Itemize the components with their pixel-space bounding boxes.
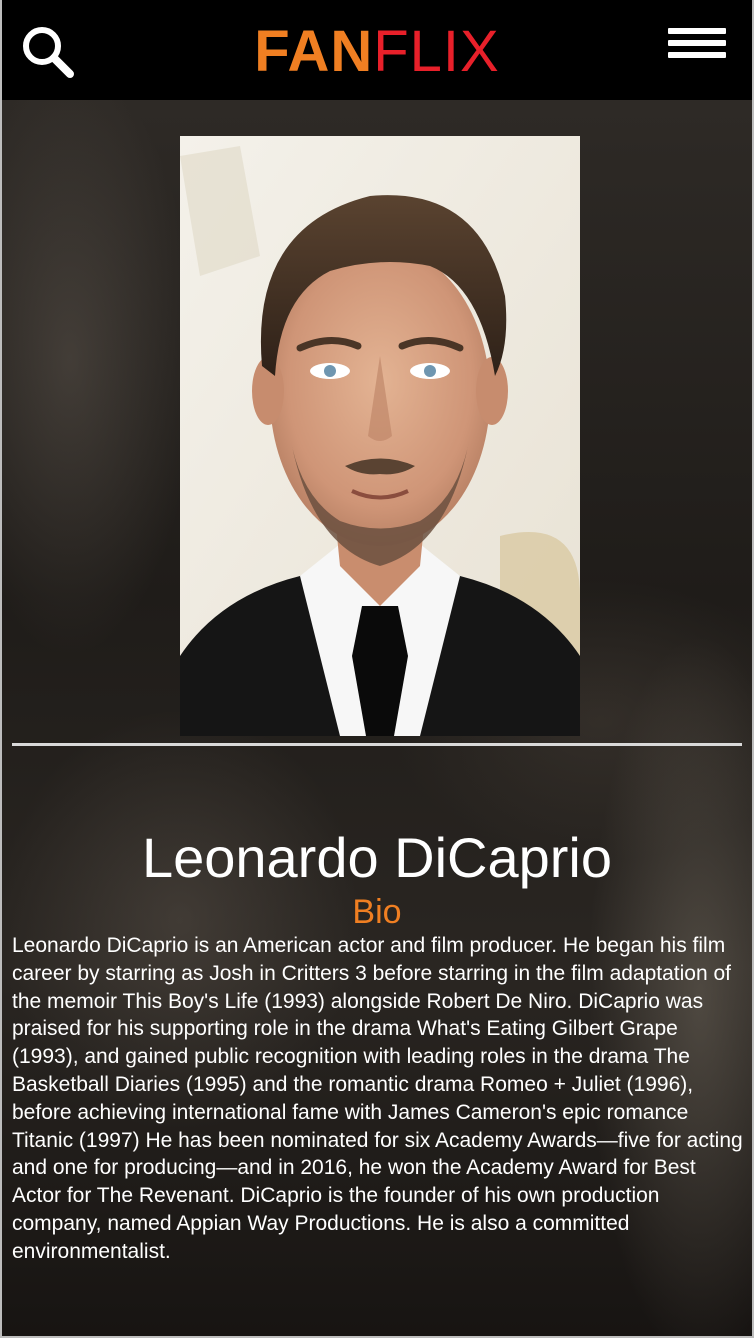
- bio-text: Leonardo DiCaprio is an American actor a…: [12, 934, 743, 1263]
- top-navigation-bar: FANFLIX: [0, 0, 754, 100]
- actor-name: Leonardo DiCaprio: [141, 825, 613, 889]
- logo-fan: FAN: [254, 19, 374, 84]
- section-divider: [12, 743, 742, 746]
- app-logo[interactable]: FANFLIX: [0, 20, 754, 84]
- bio-heading: Bio: [352, 893, 402, 931]
- logo-flix: FLIX: [373, 19, 500, 84]
- actor-portrait: [180, 136, 580, 736]
- menu-button[interactable]: [668, 28, 730, 68]
- hamburger-menu-icon: [668, 28, 730, 58]
